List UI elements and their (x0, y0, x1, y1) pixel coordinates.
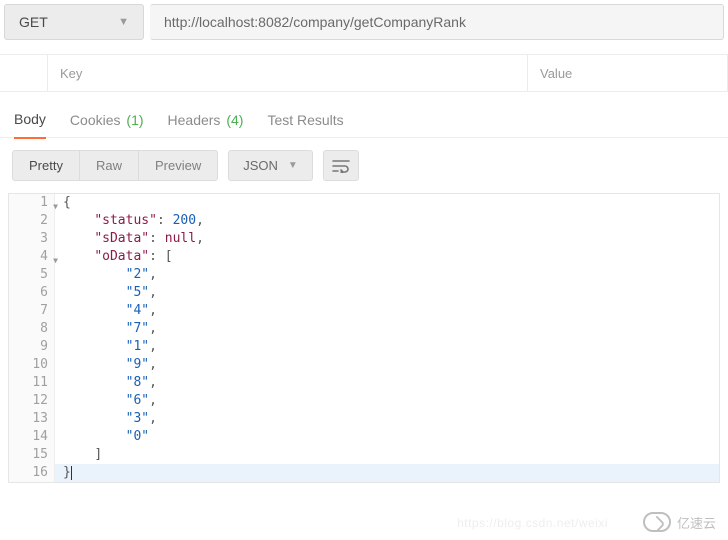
tab-test-results[interactable]: Test Results (267, 112, 343, 138)
raw-button[interactable]: Raw (80, 151, 139, 180)
brand-watermark: 亿速云 (643, 512, 716, 532)
code-line: 6 "5", (9, 284, 719, 302)
chevron-down-icon: ▼ (288, 160, 298, 171)
code-line: 16} (9, 464, 719, 482)
code-content: "1", (55, 338, 719, 356)
code-line: 7 "4", (9, 302, 719, 320)
params-table-row: Key Value (0, 54, 728, 92)
line-number: 5 (9, 266, 55, 284)
code-content: "8", (55, 374, 719, 392)
faint-watermark: https://blog.csdn.net/weixi (457, 516, 608, 530)
code-line: 1▼{ (9, 194, 719, 212)
line-number: 4▼ (9, 248, 55, 266)
code-line: 8 "7", (9, 320, 719, 338)
tab-count: (1) (123, 112, 144, 128)
code-line: 13 "3", (9, 410, 719, 428)
param-key-input[interactable]: Key (48, 55, 528, 91)
http-method-select[interactable]: GET ▼ (4, 4, 144, 40)
code-content: "2", (55, 266, 719, 284)
code-content: "status": 200, (55, 212, 719, 230)
code-line: 11 "8", (9, 374, 719, 392)
code-line: 5 "2", (9, 266, 719, 284)
line-number: 8 (9, 320, 55, 338)
code-line: 2 "status": 200, (9, 212, 719, 230)
code-content: "sData": null, (55, 230, 719, 248)
tab-count: (4) (222, 112, 243, 128)
chevron-down-icon: ▼ (118, 16, 129, 28)
code-content: "3", (55, 410, 719, 428)
wrap-icon (332, 159, 350, 173)
line-number: 2 (9, 212, 55, 230)
url-input[interactable] (150, 4, 724, 40)
code-content: ] (55, 446, 719, 464)
code-content: "7", (55, 320, 719, 338)
response-body-editor[interactable]: 1▼{2 "status": 200,3 "sData": null,4▼ "o… (8, 193, 720, 483)
wrap-lines-button[interactable] (323, 150, 359, 181)
line-number: 3 (9, 230, 55, 248)
code-line: 4▼ "oData": [ (9, 248, 719, 266)
code-line: 12 "6", (9, 392, 719, 410)
preview-button[interactable]: Preview (139, 151, 217, 180)
code-line: 3 "sData": null, (9, 230, 719, 248)
format-select[interactable]: JSON ▼ (228, 150, 313, 181)
code-content: "9", (55, 356, 719, 374)
line-number: 9 (9, 338, 55, 356)
code-content: { (55, 194, 719, 212)
code-line: 9 "1", (9, 338, 719, 356)
cloud-icon (643, 512, 671, 532)
tab-headers[interactable]: Headers (4) (168, 112, 244, 138)
line-number: 16 (9, 464, 55, 482)
param-value-input[interactable]: Value (528, 55, 728, 91)
line-number: 6 (9, 284, 55, 302)
line-number: 11 (9, 374, 55, 392)
pretty-button[interactable]: Pretty (13, 151, 80, 180)
line-number: 13 (9, 410, 55, 428)
code-content: "5", (55, 284, 719, 302)
tab-body[interactable]: Body (14, 111, 46, 139)
line-number: 1▼ (9, 194, 55, 212)
tab-cookies[interactable]: Cookies (1) (70, 112, 144, 138)
code-line: 15 ] (9, 446, 719, 464)
code-content: } (55, 464, 719, 482)
code-content: "6", (55, 392, 719, 410)
code-line: 10 "9", (9, 356, 719, 374)
line-number: 14 (9, 428, 55, 446)
code-content: "oData": [ (55, 248, 719, 266)
brand-label: 亿速云 (677, 513, 716, 532)
line-number: 15 (9, 446, 55, 464)
code-line: 14 "0" (9, 428, 719, 446)
http-method-label: GET (19, 14, 48, 30)
response-tabs: Body Cookies (1) Headers (4) Test Results (0, 92, 728, 138)
body-view-mode-group: Pretty Raw Preview (12, 150, 218, 181)
line-number: 10 (9, 356, 55, 374)
format-label: JSON (243, 158, 278, 173)
params-handle (0, 55, 48, 91)
code-content: "4", (55, 302, 719, 320)
code-content: "0" (55, 428, 719, 446)
line-number: 7 (9, 302, 55, 320)
line-number: 12 (9, 392, 55, 410)
